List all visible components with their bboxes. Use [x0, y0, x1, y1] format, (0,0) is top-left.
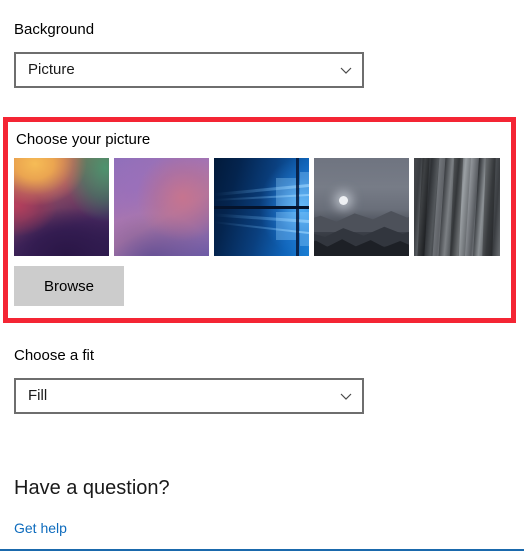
wallpaper-thumb-windows-10-hero[interactable]: [214, 158, 309, 256]
bottom-divider: [0, 549, 524, 551]
background-settings-page: { "background_section": { "label": "Back…: [0, 0, 524, 557]
choose-your-picture-label: Choose your picture: [16, 131, 151, 148]
fit-type-value: Fill: [28, 387, 48, 404]
have-a-question-heading: Have a question?: [14, 477, 170, 499]
hero-horizon-split: [214, 206, 309, 209]
wallpaper-thumbnail-list: [14, 158, 512, 256]
get-help-link[interactable]: Get help: [14, 519, 67, 537]
browse-button[interactable]: Browse: [14, 266, 124, 306]
chevron-down-icon: [339, 63, 353, 77]
rock-streak-light: [464, 158, 480, 256]
wallpaper-thumb-granite-cliff[interactable]: [414, 158, 500, 256]
rock-streak: [449, 158, 464, 256]
choose-a-fit-label: Choose a fit: [14, 347, 95, 364]
mountain-ridge-far: [314, 211, 409, 232]
fit-type-dropdown[interactable]: Fill: [14, 378, 364, 414]
moon-icon: [339, 196, 348, 205]
rock-streak-light: [432, 158, 446, 256]
chevron-down-icon: [339, 389, 353, 403]
hero-window-pane: [276, 212, 296, 240]
rock-streak: [482, 158, 496, 256]
background-label: Background: [14, 21, 95, 38]
wallpaper-thumb-abstract-sunrise-bloom[interactable]: [14, 158, 109, 256]
background-type-dropdown[interactable]: Picture: [14, 52, 364, 88]
wallpaper-thumb-moonlit-mountains[interactable]: [314, 158, 409, 256]
hero-window-pane: [300, 212, 309, 246]
background-type-value: Picture: [28, 61, 75, 78]
rock-streak: [417, 158, 430, 256]
hero-window-pane: [300, 172, 309, 206]
wallpaper-thumb-abstract-violet-haze[interactable]: [114, 158, 209, 256]
hero-window-pane: [276, 178, 296, 206]
